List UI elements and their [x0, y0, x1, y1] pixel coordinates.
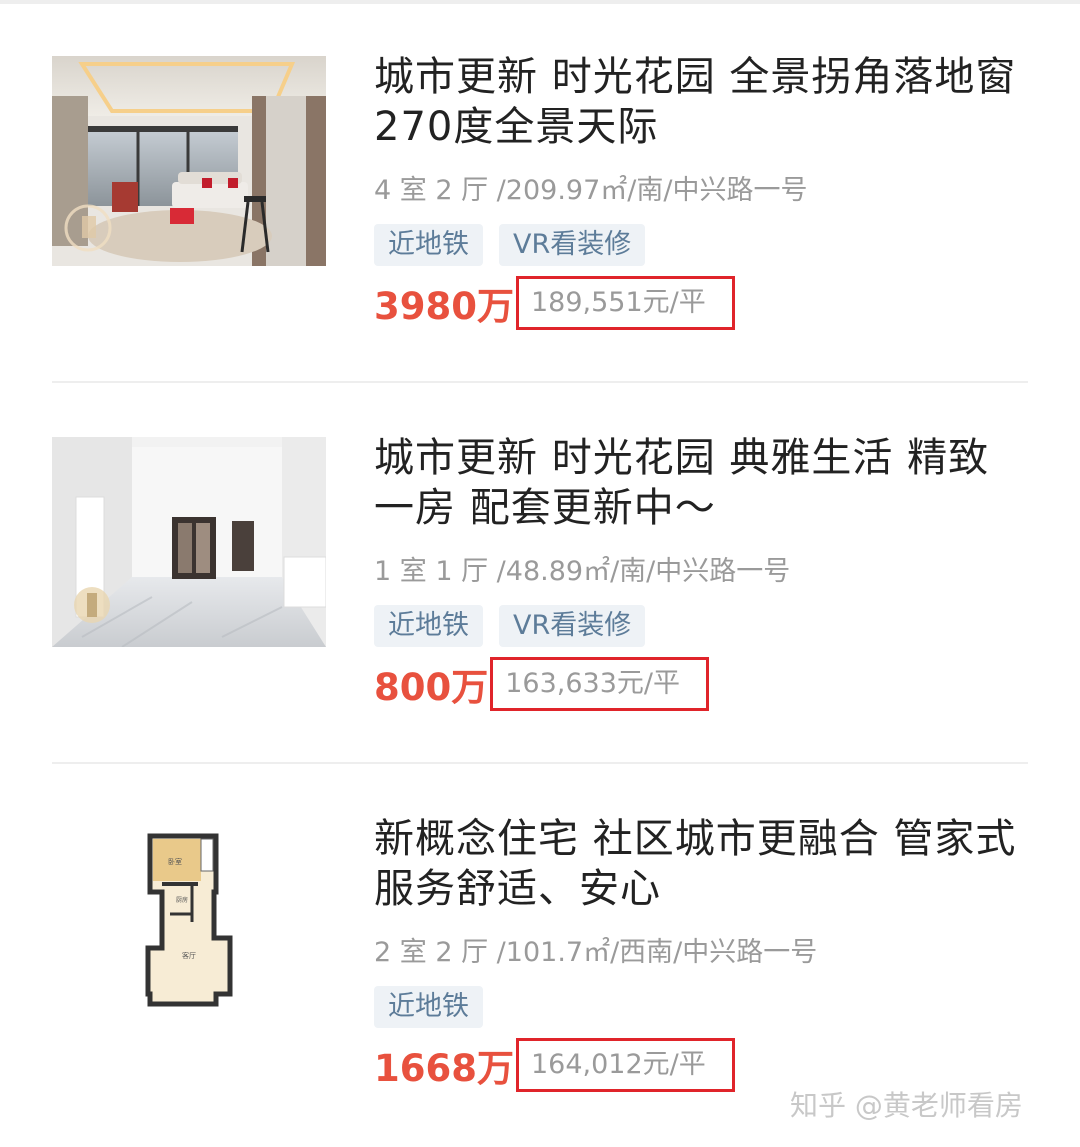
listing-title[interactable]: 城市更新 时光花园 全景拐角落地窗 270度全景天际 [374, 52, 1024, 152]
tag-near-subway: 近地铁 [374, 605, 483, 647]
svg-text:客厅: 客厅 [182, 951, 196, 960]
listing-title[interactable]: 新概念住宅 社区城市更融合 管家式服务舒适、安心 [374, 814, 1024, 914]
unit-price-highlight: 189,551元/平 [515, 276, 735, 330]
tag-near-subway: 近地铁 [374, 224, 483, 266]
listing-meta: 1 室 1 厅 /48.89㎡/南/中兴路一号 [374, 556, 791, 587]
watermark: 知乎 @黄老师看房 [790, 1089, 1023, 1122]
tag-near-subway: 近地铁 [374, 986, 483, 1028]
svg-text:卧室: 卧室 [168, 857, 182, 866]
listing-card[interactable]: 城市更新 时光花园 全景拐角落地窗 270度全景天际 4 室 2 厅 /209.… [0, 0, 1080, 380]
price-row: 1668万 164,012元/平 [374, 1038, 735, 1092]
tag-vr-decoration[interactable]: VR看装修 [499, 605, 646, 647]
svg-text:厨房: 厨房 [176, 896, 188, 904]
listing-card[interactable]: 城市更新 时光花园 典雅生活 精致一房 配套更新中～ 1 室 1 厅 /48.8… [0, 381, 1080, 761]
unit-price-highlight: 164,012元/平 [515, 1038, 735, 1092]
price-row: 3980万 189,551元/平 [374, 276, 735, 330]
total-price: 3980万 [374, 285, 514, 328]
listing-photo[interactable] [52, 437, 326, 647]
floor-plan-image[interactable]: 卧室 厨房 客厅 [52, 818, 326, 1028]
listing-meta: 2 室 2 厅 /101.7㎡/西南/中兴路一号 [374, 937, 818, 968]
price-row: 800万 163,633元/平 [374, 657, 709, 711]
tag-vr-decoration[interactable]: VR看装修 [499, 224, 646, 266]
unit-price-highlight: 163,633元/平 [490, 657, 709, 711]
total-price: 800万 [374, 666, 489, 709]
listing-meta: 4 室 2 厅 /209.97㎡/南/中兴路一号 [374, 175, 808, 206]
tag-list: 近地铁 VR看装修 [374, 224, 646, 266]
total-price: 1668万 [374, 1047, 514, 1090]
listing-title[interactable]: 城市更新 时光花园 典雅生活 精致一房 配套更新中～ [374, 433, 1024, 533]
tag-list: 近地铁 VR看装修 [374, 605, 646, 647]
listing-photo[interactable] [52, 56, 326, 266]
tag-list: 近地铁 [374, 986, 483, 1028]
